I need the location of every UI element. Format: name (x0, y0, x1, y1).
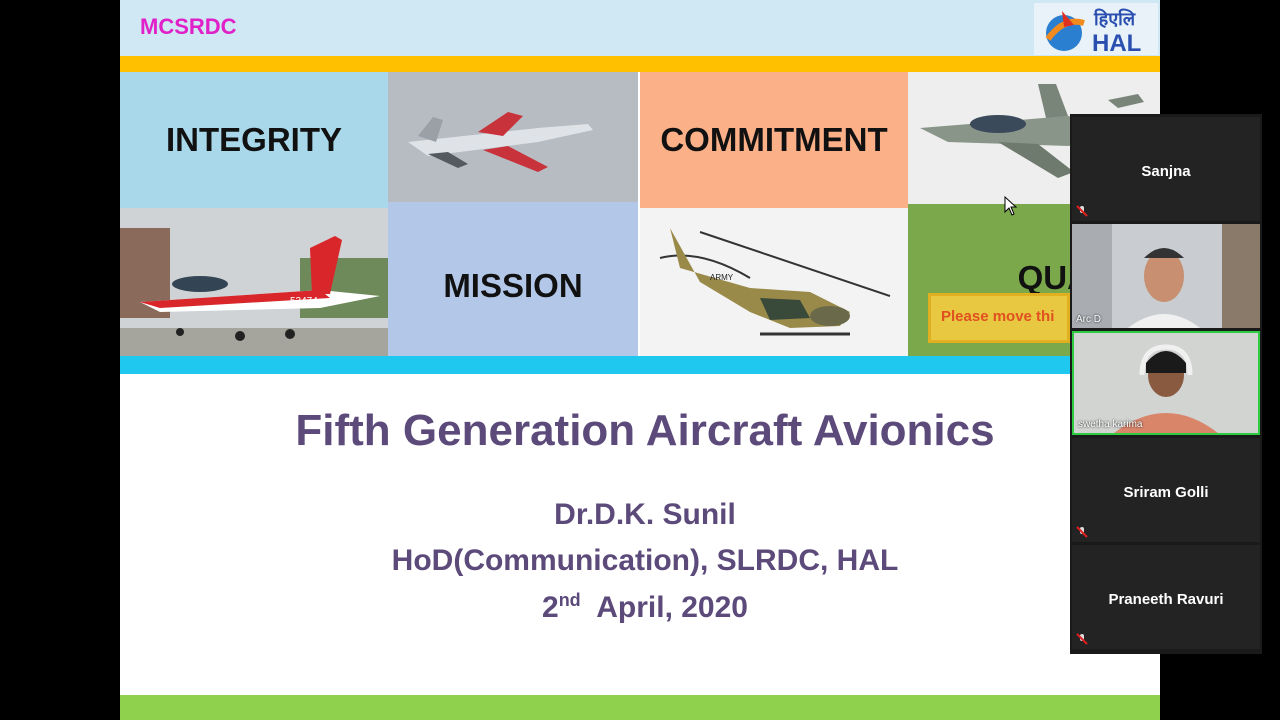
participant-tile-praneeth-ravuri[interactable]: Praneeth Ravuri (1072, 545, 1260, 649)
participant-tile-sriram-golli[interactable]: Sriram Golli (1072, 438, 1260, 542)
hal-logo: हिएलि HAL (1034, 3, 1158, 57)
presentation-date: 2nd April, 2020 (120, 590, 1160, 625)
red-jet-photo: 53474 (120, 208, 388, 356)
aircraft-tail-number: 53474 (290, 296, 318, 307)
helicopter-marking: ARMY (710, 273, 734, 282)
brand-label: MCSRDC (140, 14, 237, 39)
participant-tile-sanjna[interactable]: Sanjna (1072, 117, 1260, 221)
tile-commitment-label: COMMITMENT (660, 121, 888, 158)
participant-name: Arc D (1076, 314, 1101, 325)
participant-gallery[interactable]: Sanjna Arc D swetha karima Sriram Golli (1070, 114, 1262, 654)
participant-name: Sriram Golli (1123, 484, 1209, 501)
mouse-cursor-icon (1004, 196, 1018, 216)
move-note-text: Please move thi (941, 308, 1055, 325)
tile-integrity: INTEGRITY (120, 72, 388, 208)
green-band (120, 695, 1160, 720)
mic-muted-icon (1076, 205, 1088, 217)
tile-mission-label: MISSION (443, 267, 583, 304)
video-feed (1074, 333, 1258, 433)
slide-header: MCSRDC हिएलि HAL (120, 0, 1160, 57)
author-name: Dr.D.K. Sunil (554, 498, 736, 531)
jet-photo (388, 72, 638, 202)
participant-tile-swetha-karima[interactable]: swetha karima (1072, 331, 1260, 435)
tile-commitment: COMMITMENT (640, 72, 908, 208)
mic-muted-icon (1076, 526, 1088, 538)
cyan-band (120, 356, 1160, 374)
tile-integrity-label: INTEGRITY (165, 121, 342, 158)
participant-tile-arc-d[interactable]: Arc D (1072, 224, 1260, 328)
mic-muted-icon (1076, 633, 1088, 645)
tile-mission: MISSION (388, 202, 638, 356)
move-note-overlay: Please move thi (928, 293, 1070, 343)
helicopter-photo: ARMY (640, 208, 908, 356)
author-role: HoD(Communication), SLRDC, HAL (391, 544, 899, 577)
participant-name: swetha karima (1078, 419, 1143, 430)
date-month-year: April, 2020 (580, 591, 748, 624)
participant-name: Praneeth Ravuri (1108, 591, 1224, 608)
orange-band (120, 56, 1160, 72)
logo-text: हिएलि (1093, 8, 1136, 29)
logo-brand: HAL (1092, 30, 1141, 55)
participant-name: Sanjna (1141, 163, 1191, 180)
date-day: 2 (542, 591, 559, 624)
slide-title: Fifth Generation Aircraft Avionics (295, 406, 995, 455)
presentation-slide: MCSRDC हिएलि HAL INTEGRITY COMMITMENT 53… (120, 0, 1160, 720)
video-feed (1072, 224, 1260, 328)
date-suffix: nd (558, 590, 581, 610)
